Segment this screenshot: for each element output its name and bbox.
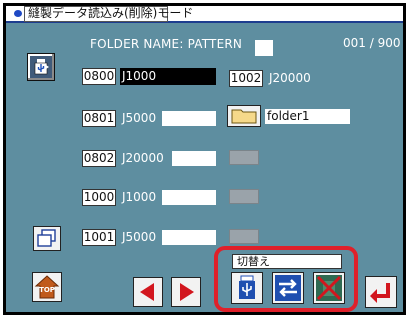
top-button[interactable]: TOP [32,272,62,302]
title-bar: 縫製データ読込み(削除)モード [6,6,403,23]
top-icon: TOP [34,275,60,299]
file-name: J20000 [267,70,354,87]
usb-media-button[interactable] [27,53,55,81]
file-item[interactable]: 0802 J20000 [82,150,216,167]
disabled-icon [316,275,342,301]
empty-slot [229,150,259,165]
prev-arrow-icon [140,283,154,301]
next-arrow-icon [180,283,194,301]
file-name-bar [172,151,216,166]
file-name-bar [162,230,216,245]
file-number: 0802 [82,150,116,167]
file-item[interactable]: 1002 J20000 [229,70,354,87]
usb-icon [239,275,255,299]
next-page-button[interactable] [171,277,201,307]
file-number: 1001 [82,229,116,246]
folder-name-field [255,40,273,56]
file-name: J1000 [120,68,216,85]
folder-name: folder1 [265,109,350,124]
folder-icon [227,105,261,127]
copy-button[interactable] [33,226,61,251]
disabled-button[interactable] [313,272,345,304]
file-name-bar [162,111,216,126]
switch-label: 切替え [232,254,342,269]
file-number: 0800 [82,68,116,85]
page-title: 縫製データ読込み(削除)モード [28,6,194,20]
usb-switch-button[interactable] [231,272,263,304]
page-counter: 001 / 900 [343,36,401,50]
file-name-bar [162,190,216,205]
prev-page-button[interactable] [133,277,163,307]
enter-button[interactable] [365,276,397,308]
file-number: 1002 [229,70,263,87]
file-item[interactable]: 0800 J1000 [82,68,216,85]
swap-icon [275,275,301,301]
empty-slot [229,229,259,244]
file-item[interactable]: 1000 J1000 [82,189,216,206]
file-item[interactable]: 0801 J5000 [82,110,216,127]
folder-button[interactable] [227,105,261,127]
svg-text:TOP: TOP [39,286,55,294]
file-number: 0801 [82,110,116,127]
enter-icon [370,283,390,303]
file-item[interactable]: 1001 J5000 [82,229,216,246]
copy-icon [33,226,61,251]
swap-button[interactable] [272,272,304,304]
empty-slot [229,189,259,204]
file-number: 1000 [82,189,116,206]
title-dot-icon [14,10,22,17]
folder-name-label: FOLDER NAME: PATTERN [90,37,243,51]
usb-icon [32,58,50,76]
